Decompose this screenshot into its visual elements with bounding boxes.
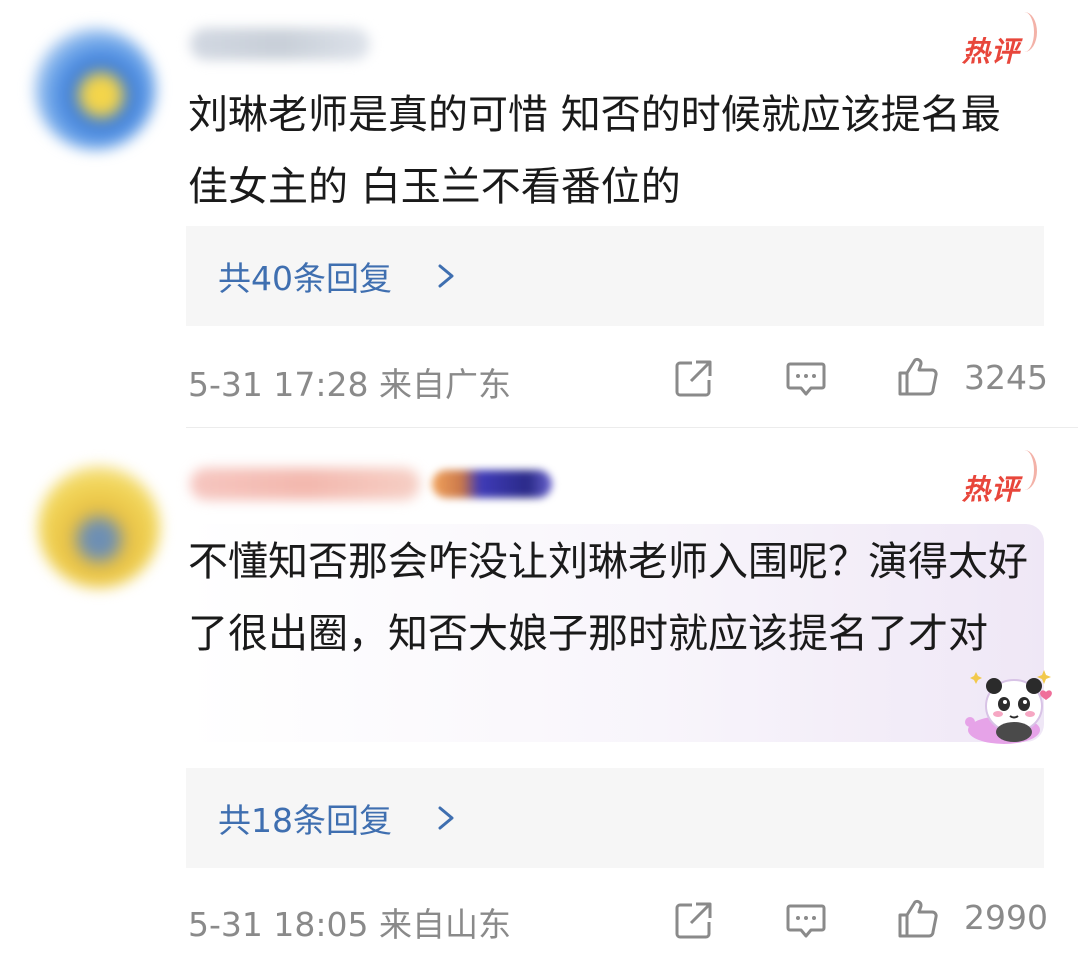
- comment-item: 热评 刘琳老师是真的可惜 知否的时候就应该提名最佳女主的 白玉兰不看番位的 共4…: [0, 0, 1078, 428]
- like-icon[interactable]: [896, 354, 940, 398]
- location: 来自广东: [379, 365, 511, 404]
- hot-comment-badge: 热评: [962, 473, 1021, 506]
- view-replies-button[interactable]: 共18条回复: [186, 768, 1044, 868]
- timestamp: 5-31 18:05: [188, 905, 369, 944]
- comment-text: 刘琳老师是真的可惜 知否的时候就应该提名最佳女主的 白玉兰不看番位的: [188, 92, 1001, 210]
- comment-item: 热评 不懂知否那会咋没让刘琳老师入围呢？演得太好了很出圈，知否大娘子那时就应该提…: [0, 428, 1078, 960]
- location: 来自山东: [379, 905, 511, 944]
- timestamp: 5-31 17:28: [188, 365, 369, 404]
- username-blurred[interactable]: [190, 28, 370, 60]
- like-count: 2990: [964, 898, 1048, 937]
- hot-comment-badge: 热评: [962, 35, 1021, 68]
- username-blurred[interactable]: [190, 468, 420, 500]
- avatar[interactable]: [34, 28, 156, 150]
- comment-text: 不懂知否那会咋没让刘琳老师入围呢？演得太好了很出圈，知否大娘子那时就应该提名了才…: [188, 539, 1028, 657]
- share-icon[interactable]: [672, 356, 716, 400]
- comment-meta: 5-31 18:05 来自山东: [188, 898, 511, 946]
- comment-icon[interactable]: [784, 356, 828, 400]
- comment-icon[interactable]: [784, 898, 828, 942]
- replies-count-label: 共18条回复: [218, 801, 392, 840]
- view-replies-button[interactable]: 共40条回复: [186, 226, 1044, 326]
- replies-count-label: 共40条回复: [218, 259, 392, 298]
- like-icon[interactable]: [896, 896, 940, 940]
- panda-sticker: [965, 670, 1052, 744]
- chevron-right-icon: [438, 264, 454, 288]
- comment-meta: 5-31 17:28 来自广东: [188, 358, 511, 406]
- chevron-right-icon: [438, 806, 454, 830]
- member-badge-blurred: [432, 470, 552, 498]
- share-icon[interactable]: [672, 898, 716, 942]
- avatar[interactable]: [38, 466, 160, 588]
- like-count: 3245: [964, 358, 1048, 397]
